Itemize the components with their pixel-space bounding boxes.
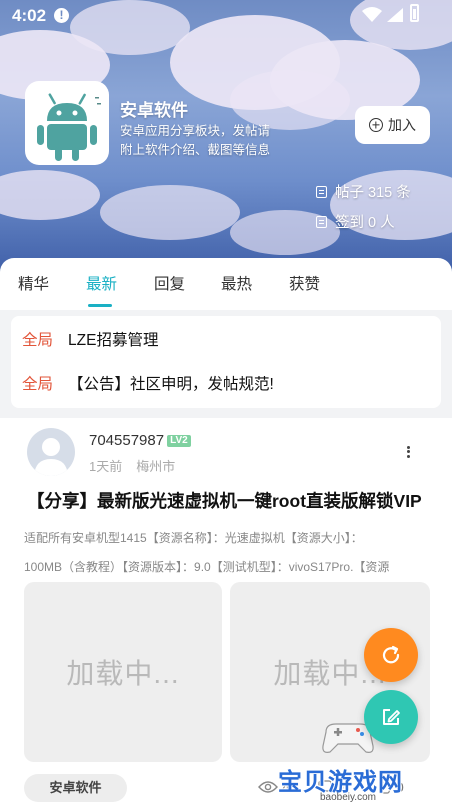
avatar[interactable] <box>27 428 75 476</box>
pinned-title: LZE招募管理 <box>68 332 159 349</box>
active-tab-indicator <box>88 304 112 307</box>
new-post-button[interactable] <box>364 690 418 744</box>
cloud-decoration <box>230 70 350 130</box>
alert-icon: ! <box>54 8 69 23</box>
watermark-url: baobeiy.com <box>320 792 376 803</box>
sort-tabs: 精华 最新 回复 最热 获赞 <box>0 258 452 310</box>
android-robot-icon <box>37 93 101 161</box>
post-location: 梅州市 <box>136 459 176 474</box>
join-button[interactable]: 加入 <box>355 106 430 144</box>
post-excerpt-line: 适配所有安卓机型1415【资源名称】：光速虚拟机【资源大小】： <box>24 531 363 545</box>
global-tag: 全局 <box>22 332 54 349</box>
username-text: 704557987 <box>89 432 165 449</box>
posts-count-text: 帖子 315 条 <box>335 185 411 201</box>
wifi-icon <box>362 7 382 22</box>
refresh-icon <box>382 645 400 664</box>
post-time: 1天前 <box>89 459 123 474</box>
pinned-posts: 全局 LZE招募管理 全局 【公告】社区申明，发帖规范! <box>11 316 441 408</box>
join-label: 加入 <box>388 117 416 133</box>
signin-count-text: 签到 0 人 <box>335 215 395 231</box>
post-excerpt-line: 100MB（含教程）【资源版本】：9.0【测试机型】：vivoS17Pro.【资… <box>24 560 390 574</box>
forum-header: 4:02 ! 安卓软件 安卓应用分享板块，发帖请附上软件介绍、截图等信息 加入 … <box>0 0 452 275</box>
battery-icon <box>410 4 419 22</box>
signal-icon <box>387 8 403 22</box>
cloud-decoration <box>100 185 240 240</box>
level-badge: LV2 <box>167 434 191 447</box>
calendar-icon <box>316 215 327 228</box>
status-bar: 4:02 ! <box>0 0 452 32</box>
refresh-button[interactable] <box>364 628 418 682</box>
post-author[interactable]: 704557987 LV2 <box>89 432 191 449</box>
tab-most-liked[interactable]: 获赞 <box>289 272 320 294</box>
loading-text: 加载中... <box>66 658 180 689</box>
global-tag: 全局 <box>22 376 54 393</box>
posts-count-stat: 帖子 315 条 <box>316 181 411 202</box>
tab-hottest[interactable]: 最热 <box>221 272 252 294</box>
pinned-item[interactable]: 全局 【公告】社区申明，发帖规范! <box>22 372 274 394</box>
tab-latest[interactable]: 最新 <box>86 272 117 294</box>
forum-icon <box>25 81 109 165</box>
default-avatar-icon <box>34 438 68 476</box>
more-vertical-icon[interactable] <box>404 444 412 462</box>
post-meta: 1天前 梅州市 <box>89 456 175 475</box>
cloud-decoration <box>0 170 100 220</box>
edit-icon <box>383 709 400 725</box>
status-time: 4:02 <box>12 6 47 25</box>
forum-description: 安卓应用分享板块，发帖请附上软件介绍、截图等信息 <box>120 124 271 157</box>
post-excerpt: 适配所有安卓机型1415【资源名称】：光速虚拟机【资源大小】： 100MB（含教… <box>24 524 428 582</box>
plus-circle-icon <box>369 118 383 132</box>
post-image[interactable]: 加载中... <box>24 582 222 762</box>
post-title[interactable]: 【分享】最新版光速虚拟机一键root直装版解锁VIP <box>27 488 427 513</box>
tab-replies[interactable]: 回复 <box>154 272 185 294</box>
tab-featured[interactable]: 精华 <box>18 272 49 294</box>
signin-count-stat: 签到 0 人 <box>316 211 395 232</box>
category-chip[interactable]: 安卓软件 <box>24 774 127 802</box>
forum-title: 安卓软件 <box>120 101 188 120</box>
pinned-item[interactable]: 全局 LZE招募管理 <box>22 328 158 350</box>
pinned-title: 【公告】社区申明，发帖规范! <box>68 376 274 393</box>
post-icon <box>316 185 327 198</box>
